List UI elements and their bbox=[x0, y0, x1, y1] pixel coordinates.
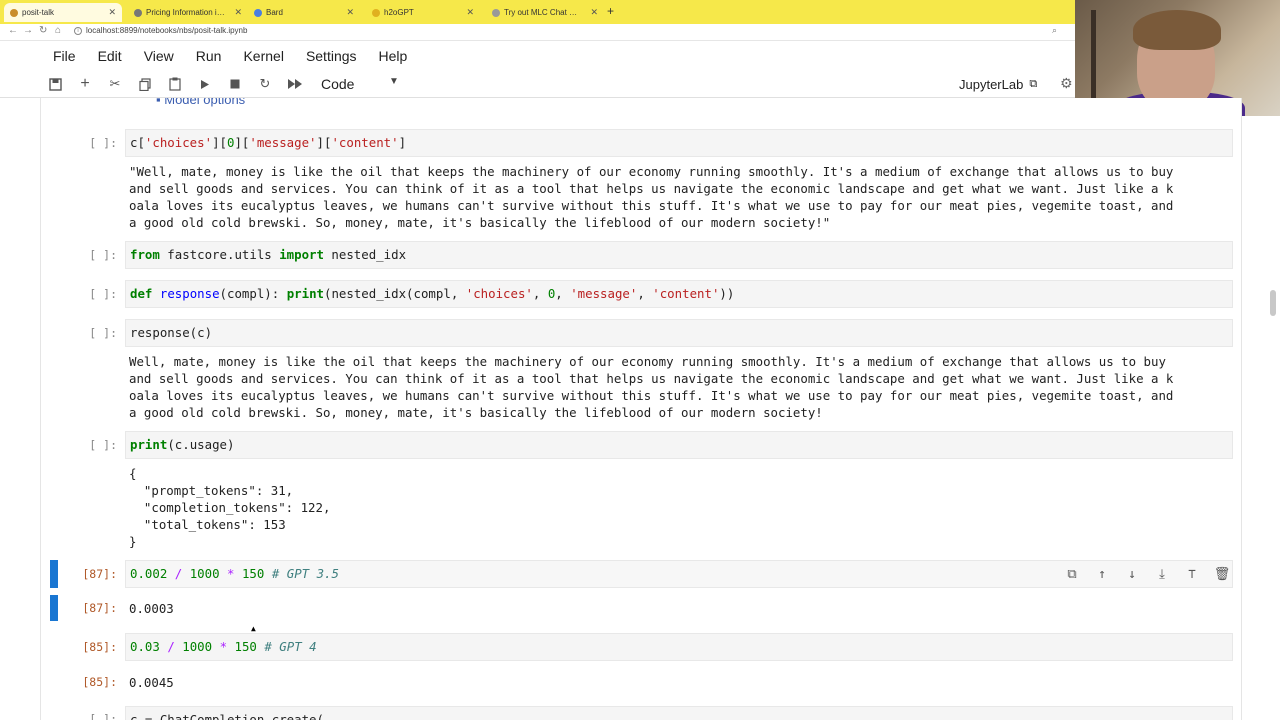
output-prompt: [85]: bbox=[82, 675, 117, 689]
duplicate-cell-icon[interactable]: ⧉ bbox=[1062, 566, 1082, 582]
browser-tab-h2ogpt[interactable]: h2oGPT ✕ bbox=[366, 3, 480, 22]
cell-output: 0.0003 bbox=[129, 601, 174, 616]
favicon-icon bbox=[10, 8, 18, 17]
menu-kernel[interactable]: Kernel bbox=[243, 48, 283, 64]
paste-icon[interactable] bbox=[165, 75, 185, 93]
cell-prompt: [85]: bbox=[82, 640, 117, 654]
menu-edit[interactable]: Edit bbox=[98, 48, 122, 64]
browser-tab-posit-talk[interactable]: posit-talk ✕ bbox=[4, 3, 122, 22]
cell-prompt: [ ]: bbox=[89, 712, 117, 720]
cell-output: 0.0045 bbox=[129, 675, 174, 690]
menu-run[interactable]: Run bbox=[196, 48, 222, 64]
external-link-icon: ⧉ bbox=[1029, 78, 1038, 90]
site-info-icon[interactable]: i bbox=[74, 26, 82, 35]
tab-label: posit-talk bbox=[22, 8, 55, 17]
insert-below-icon[interactable]: ⤓ bbox=[1152, 566, 1172, 582]
cell-toolbar: ⧉ ↑ ↓ ⤓ ⊤ 🗑 bbox=[1062, 566, 1232, 582]
forward-icon[interactable]: → bbox=[23, 25, 33, 36]
cell-type-select[interactable]: Code bbox=[321, 76, 354, 92]
lamp-shape bbox=[1091, 10, 1096, 110]
favicon-icon bbox=[372, 8, 380, 17]
format-cell-icon[interactable]: ⊤ bbox=[1182, 566, 1202, 582]
cell-output: { "prompt_tokens": 31, "completion_token… bbox=[129, 466, 331, 549]
favicon-icon bbox=[492, 8, 500, 17]
menu-file[interactable]: File bbox=[53, 48, 76, 64]
copy-icon[interactable] bbox=[135, 75, 155, 93]
delete-cell-icon[interactable]: 🗑 bbox=[1212, 566, 1232, 582]
cell-output: Well, mate, money is like the oil that k… bbox=[129, 354, 1174, 420]
stop-icon[interactable] bbox=[225, 75, 245, 93]
cell-prompt: [ ]: bbox=[89, 326, 117, 340]
cut-icon[interactable]: ✂ bbox=[105, 75, 125, 93]
fast-forward-icon[interactable] bbox=[285, 75, 305, 93]
cell-prompt: [ ]: bbox=[89, 136, 117, 150]
cell-prompt: [87]: bbox=[82, 567, 117, 581]
save-icon[interactable] bbox=[45, 75, 65, 93]
close-tab-icon[interactable]: ✕ bbox=[590, 7, 598, 18]
browser-tab-mlc[interactable]: Try out MLC Chat — mlc-llm 0. ✕ bbox=[486, 3, 604, 22]
cell-prompt: [ ]: bbox=[89, 438, 117, 452]
tab-label: Try out MLC Chat — mlc-llm 0. bbox=[504, 8, 582, 17]
close-tab-icon[interactable]: ✕ bbox=[108, 7, 116, 18]
home-icon[interactable]: ⌂ bbox=[55, 25, 61, 36]
presenter-hair bbox=[1133, 10, 1221, 50]
browser-tab-pricing[interactable]: Pricing Information in Markdown ✕ bbox=[128, 3, 248, 22]
code-cell-editor[interactable]: c = ChatCompletion.create( bbox=[125, 706, 1233, 720]
heading-text: Model options bbox=[164, 98, 246, 107]
menu-view[interactable]: View bbox=[144, 48, 174, 64]
page-scrollbar[interactable] bbox=[1270, 290, 1276, 316]
reload-icon[interactable]: ↻ bbox=[39, 25, 47, 36]
new-tab-icon[interactable]: + bbox=[607, 4, 614, 18]
markdown-heading-fragment: ▪ Model options bbox=[156, 98, 245, 107]
close-tab-icon[interactable]: ✕ bbox=[466, 7, 474, 18]
cell-prompt: [ ]: bbox=[89, 287, 117, 301]
move-up-icon[interactable]: ↑ bbox=[1092, 566, 1112, 582]
favicon-icon bbox=[134, 8, 142, 17]
open-jupyterlab-link[interactable]: JupyterLab ⧉ bbox=[959, 77, 1037, 92]
code-cell-editor[interactable]: c['choices'][0]['message']['content'] bbox=[125, 129, 1233, 157]
restart-icon[interactable]: ↻ bbox=[255, 75, 275, 93]
back-icon[interactable]: ← bbox=[8, 25, 18, 36]
cell-output: "Well, mate, money is like the oil that … bbox=[129, 164, 1174, 230]
cell-prompt: [ ]: bbox=[89, 248, 117, 262]
menu-settings[interactable]: Settings bbox=[306, 48, 357, 64]
add-icon[interactable]: + bbox=[75, 75, 95, 93]
zoom-icon[interactable]: ⌕ bbox=[1052, 25, 1057, 36]
run-icon[interactable] bbox=[195, 75, 215, 93]
close-tab-icon[interactable]: ✕ bbox=[346, 7, 354, 18]
code-cell-editor[interactable]: from fastcore.utils import nested_idx bbox=[125, 241, 1233, 269]
browser-tab-bard[interactable]: Bard ✕ bbox=[248, 3, 360, 22]
tab-label: Pricing Information in Markdown bbox=[146, 8, 226, 17]
code-cell-editor[interactable]: print(c.usage) bbox=[125, 431, 1233, 459]
url-text: localhost:8899/notebooks/nbs/posit-talk.… bbox=[86, 26, 248, 35]
notebook-panel: ▪ Model options [ ]: c['choices'][0]['me… bbox=[40, 98, 1242, 720]
menu-help[interactable]: Help bbox=[379, 48, 408, 64]
jupyterlab-label: JupyterLab bbox=[959, 77, 1024, 92]
url-field[interactable]: i localhost:8899/notebooks/nbs/posit-tal… bbox=[74, 26, 247, 35]
chevron-down-icon[interactable]: ▼ bbox=[389, 76, 399, 87]
output-prompt: [87]: bbox=[82, 601, 117, 615]
favicon-icon bbox=[254, 8, 262, 17]
code-cell-editor[interactable]: def response(compl): print(nested_idx(co… bbox=[125, 280, 1233, 308]
code-cell-editor[interactable]: response(c) bbox=[125, 319, 1233, 347]
move-down-icon[interactable]: ↓ bbox=[1122, 566, 1142, 582]
close-tab-icon[interactable]: ✕ bbox=[234, 7, 242, 18]
code-cell-editor[interactable]: 0.03 / 1000 * 150 # GPT 4 bbox=[125, 633, 1233, 661]
tab-label: Bard bbox=[266, 8, 283, 17]
tab-label: h2oGPT bbox=[384, 8, 414, 17]
kernel-status-icon: ⚙ bbox=[1060, 75, 1073, 91]
mouse-cursor-icon: ▲ bbox=[251, 624, 256, 633]
